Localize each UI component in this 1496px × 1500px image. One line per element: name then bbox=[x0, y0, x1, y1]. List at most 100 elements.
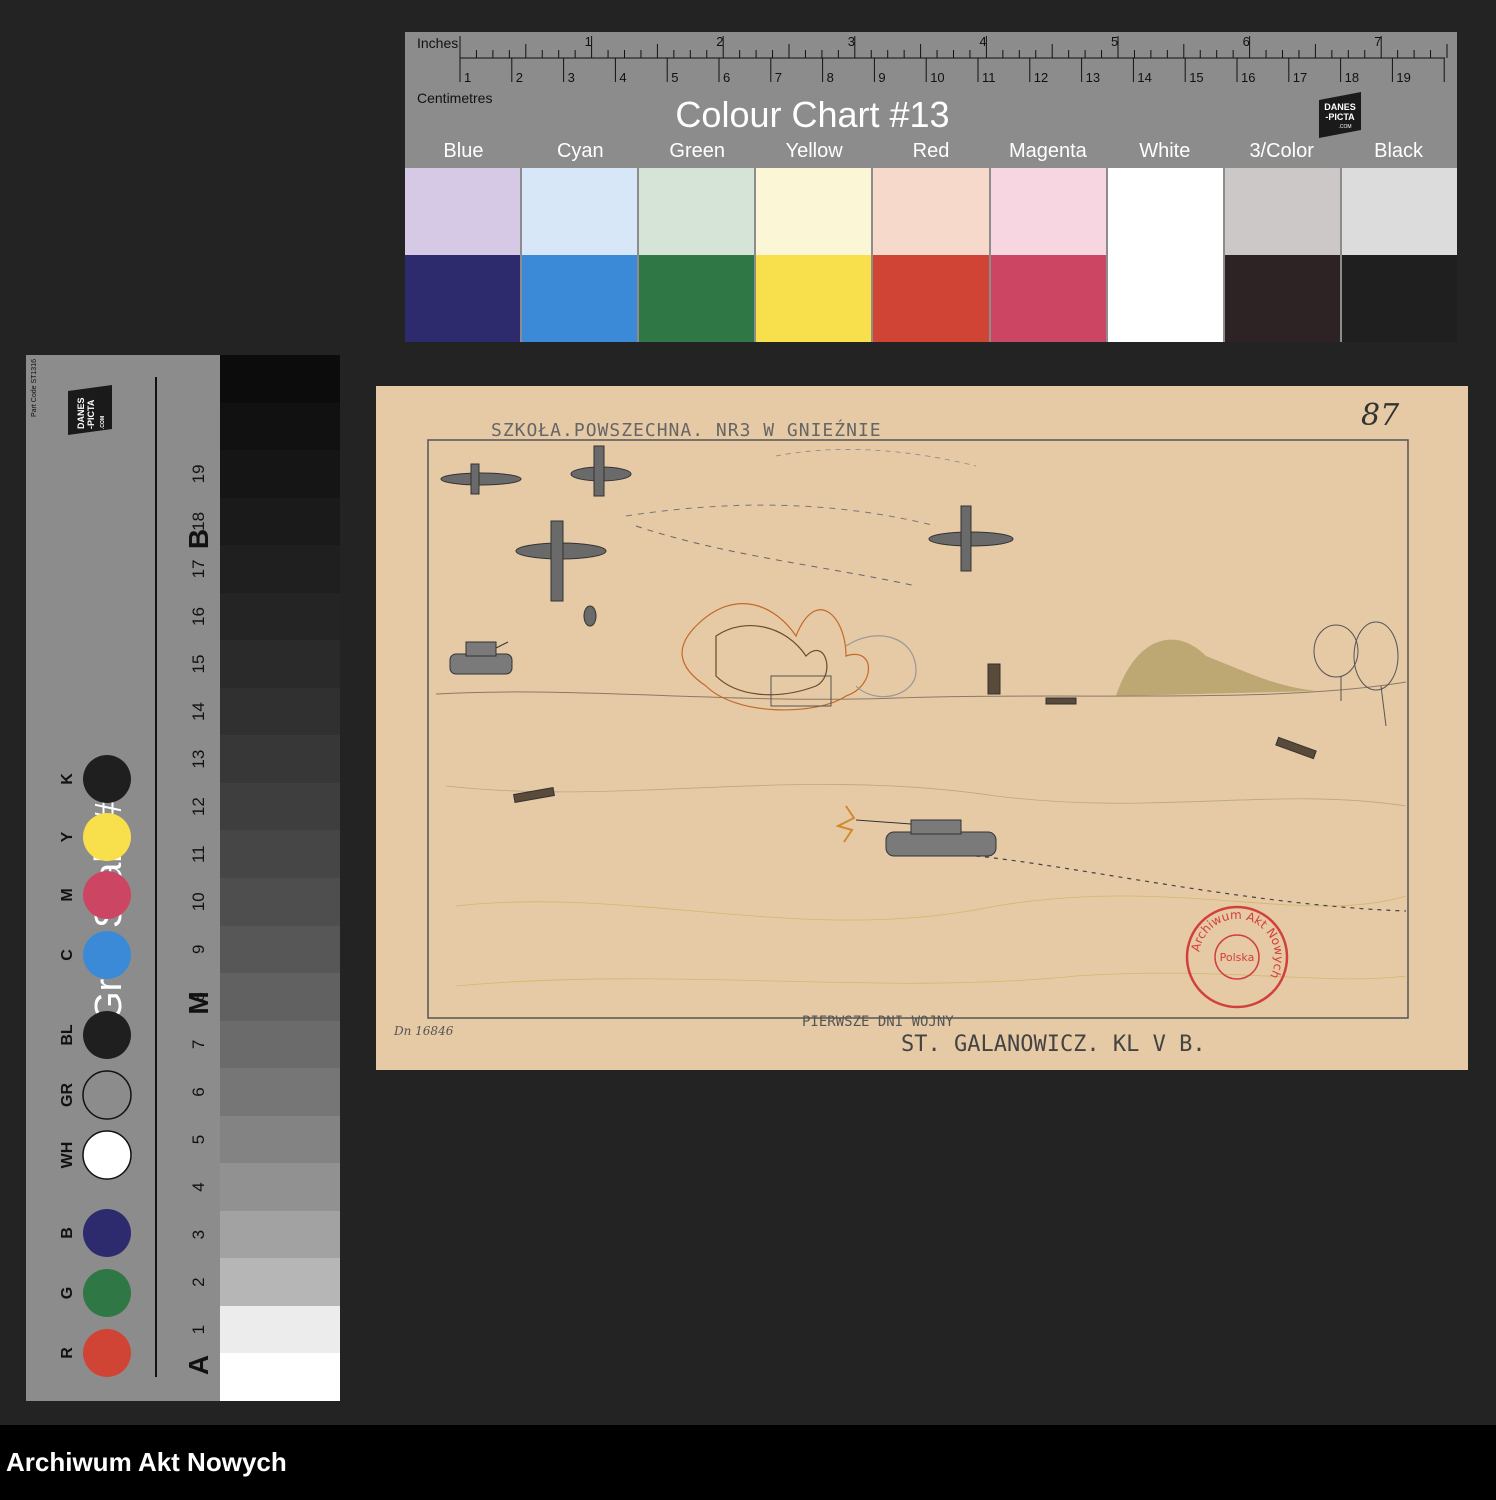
colour-patch bbox=[988, 168, 1106, 342]
colour-patch bbox=[1339, 168, 1457, 342]
cm-number: 9 bbox=[878, 70, 885, 85]
drawing-author: ST. GALANOWICZ. KL V B. bbox=[901, 1032, 1206, 1057]
grey-scale-number: 2 bbox=[189, 1277, 208, 1286]
grey-step bbox=[220, 592, 340, 641]
inventory-number: Dn 16846 bbox=[394, 1024, 454, 1038]
footer-bar: Archiwum Akt Nowych bbox=[0, 1425, 1496, 1500]
grey-scale-patch-label: BL bbox=[59, 1024, 76, 1046]
cm-number: 4 bbox=[619, 70, 626, 85]
grey-step bbox=[220, 925, 340, 974]
cm-number: 14 bbox=[1137, 70, 1151, 85]
cm-number: 12 bbox=[1034, 70, 1048, 85]
grey-scale-number: 19 bbox=[189, 464, 208, 483]
colour-patch-dark bbox=[639, 255, 755, 342]
inch-number: 6 bbox=[1243, 34, 1250, 49]
logo-line: -PICTA bbox=[1325, 112, 1355, 122]
grey-scale-patch-label: GR bbox=[59, 1083, 76, 1107]
colour-patch bbox=[637, 168, 755, 342]
colour-chart: 1234567812345678910111213141516171819 In… bbox=[405, 32, 1457, 342]
patch-label: White bbox=[1139, 140, 1191, 162]
grey-scale-number: 6 bbox=[189, 1087, 208, 1096]
patch-label: Green bbox=[669, 140, 726, 162]
colour-patch bbox=[1222, 168, 1340, 342]
grey-scale-patch bbox=[83, 1209, 131, 1257]
inches-label: Inches bbox=[417, 35, 459, 51]
colour-patch-dark bbox=[756, 255, 872, 342]
grey-step bbox=[220, 735, 340, 783]
grey-step bbox=[220, 1305, 340, 1354]
grey-step bbox=[220, 973, 340, 1021]
colour-patch-light bbox=[1107, 168, 1223, 255]
grey-scale-number: 7 bbox=[189, 1040, 208, 1049]
grey-scale-number: 17 bbox=[189, 559, 208, 578]
grey-scale-number: 13 bbox=[189, 750, 208, 769]
cm-number: 10 bbox=[930, 70, 944, 85]
logo-line: DANES bbox=[1324, 102, 1356, 112]
colour-patch-dark bbox=[1107, 255, 1223, 342]
grey-step bbox=[220, 1258, 340, 1306]
grey-scale-number: 5 bbox=[189, 1135, 208, 1144]
page-number: 87 bbox=[1361, 398, 1400, 433]
grey-scale-patch bbox=[83, 1329, 131, 1377]
cm-number: 3 bbox=[568, 70, 575, 85]
colour-patch-dark bbox=[522, 255, 638, 342]
colour-patch-light bbox=[990, 168, 1106, 255]
cm-number: 16 bbox=[1241, 70, 1255, 85]
grey-step bbox=[220, 830, 340, 879]
colour-patch-light bbox=[873, 168, 989, 255]
inch-number: 5 bbox=[1111, 34, 1118, 49]
colour-patch bbox=[871, 168, 989, 342]
grey-scale-number: 11 bbox=[189, 845, 208, 863]
grey-scale-patch bbox=[83, 813, 131, 861]
colour-patch-light bbox=[522, 168, 638, 255]
drawing-illustration bbox=[427, 439, 1409, 1019]
grey-scale-number: 3 bbox=[189, 1230, 208, 1239]
logo-line: .COM bbox=[100, 416, 106, 429]
colour-patch-light bbox=[405, 168, 521, 255]
cm-number: 1 bbox=[464, 70, 471, 85]
school-title: SZKOŁA.POWSZECHNA. NR3 W GNIEŹNIE bbox=[491, 420, 882, 441]
marker-m: M bbox=[183, 991, 214, 1014]
marker-a: A bbox=[183, 1355, 214, 1375]
inch-number: 4 bbox=[979, 34, 986, 49]
colour-patch-light bbox=[639, 168, 755, 255]
grey-scale-number: 15 bbox=[189, 655, 208, 674]
grey-step bbox=[220, 450, 340, 498]
grey-scale-patch-label: M bbox=[59, 888, 76, 901]
colour-patch-light bbox=[756, 168, 872, 255]
child-drawing: SZKOŁA.POWSZECHNA. NR3 W GNIEŹNIE 87 PIE… bbox=[376, 386, 1468, 1070]
patch-label: Yellow bbox=[785, 140, 843, 162]
colour-patch bbox=[754, 168, 872, 342]
cm-number: 7 bbox=[775, 70, 782, 85]
cm-number: 18 bbox=[1345, 70, 1359, 85]
colour-patch bbox=[1105, 168, 1223, 342]
grey-scale-number: 1 bbox=[189, 1325, 208, 1334]
grey-scale-number: 12 bbox=[189, 797, 208, 816]
colour-chart-title: Colour Chart #13 bbox=[675, 94, 950, 135]
grey-step bbox=[220, 1115, 340, 1164]
logo-line: .COM bbox=[1338, 124, 1351, 130]
grey-step bbox=[220, 1068, 340, 1116]
grey-step bbox=[220, 355, 340, 403]
grey-step bbox=[220, 497, 340, 546]
colour-swatches bbox=[405, 168, 1457, 342]
grey-scale-number: 4 bbox=[189, 1182, 208, 1191]
inch-number: 7 bbox=[1374, 34, 1381, 49]
grey-scale-patch bbox=[83, 931, 131, 979]
colour-chart-ruler: 1234567812345678910111213141516171819 bbox=[459, 34, 1448, 85]
footer-archive-name: Archiwum Akt Nowych bbox=[6, 1447, 287, 1477]
colour-chart-labels: Blue Cyan Green Yellow Red Magenta White… bbox=[405, 136, 1457, 166]
drawing-caption: PIERWSZE DNI WOJNY bbox=[802, 1014, 954, 1030]
grey-scale-number: 9 bbox=[189, 945, 208, 954]
colour-patch-light bbox=[1224, 168, 1340, 255]
colour-patch-dark bbox=[990, 255, 1106, 342]
logo-line: DANES bbox=[76, 397, 86, 429]
grey-scale-number: 14 bbox=[189, 702, 208, 721]
patch-label: Magenta bbox=[1008, 140, 1087, 162]
colour-patch-dark bbox=[405, 255, 521, 342]
grey-scale-patch bbox=[83, 1011, 131, 1059]
grey-scale-patch-label: C bbox=[59, 949, 76, 961]
grey-step bbox=[220, 687, 340, 736]
colour-patch bbox=[405, 168, 521, 342]
colour-patch-light bbox=[1341, 168, 1457, 255]
